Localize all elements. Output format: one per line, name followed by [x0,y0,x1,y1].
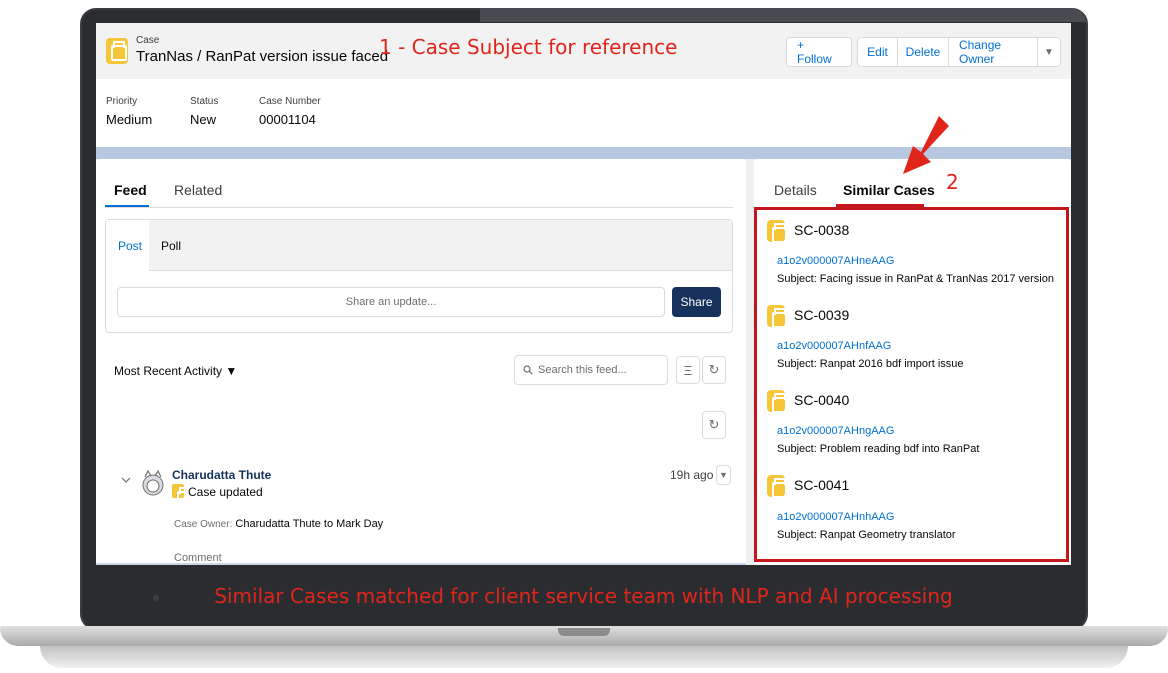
search-feed-placeholder: Search this feed... [538,364,627,376]
tab-similar-cases[interactable]: Similar Cases [843,182,935,198]
filter-icon: Ξ [683,362,693,378]
case-icon [767,220,788,243]
refresh-list-button[interactable]: ↻ [702,411,726,439]
more-actions-button[interactable]: ▼ [1037,37,1061,67]
feed-detail: Case Owner: Charudatta Thute to Mark Day [174,518,383,530]
change-owner-button[interactable]: Change Owner [948,37,1038,67]
tab-poll[interactable]: Poll [161,239,181,253]
refresh-icon: ↻ [708,362,720,377]
feed-author-link[interactable]: Charudatta Thute [172,468,271,482]
refresh-feed-button[interactable]: ↻ [702,356,726,384]
annotation-case-subject: 1 - Case Subject for reference [379,35,678,59]
chevron-down-icon[interactable] [121,476,131,484]
laptop-shadow [40,646,1128,668]
similar-cases-list: SC-0038 a1o2v000007AHneAAG Subject: Faci… [754,207,1069,562]
delete-button[interactable]: Delete [897,37,949,67]
publisher-tabs: Post Poll [106,220,732,271]
share-update-input[interactable]: Share an update... [117,287,665,317]
screen: Case TranNas / RanPat version issue face… [96,23,1071,565]
case-number-label: Case Number [259,96,321,107]
publisher: Post Poll Share an update... Share [105,219,733,333]
tab-post[interactable]: Post [118,239,142,253]
search-icon [523,365,533,375]
priority-value: Medium [106,112,153,127]
case-icon [767,305,788,328]
follow-button[interactable]: + Follow [786,37,852,67]
avatar [142,469,164,496]
feed-timestamp[interactable]: 19h ago [670,468,713,482]
feed-panel: Feed Related Post Poll Share an update..… [96,159,746,565]
case-icon [767,475,788,498]
case-icon [172,484,193,507]
similar-case-record-link[interactable]: a1o2v000007AHngAAG [777,425,894,437]
case-icon [767,390,788,413]
search-feed-input[interactable]: Search this feed... [514,355,668,385]
chevron-down-icon: ▼ [719,470,728,480]
lid-shine [480,8,1086,22]
tab-feed[interactable]: Feed [114,182,147,198]
laptop-notch [558,628,610,636]
similar-case-record-link[interactable]: a1o2v000007AHnfAAG [777,340,891,352]
similar-case-record-link[interactable]: a1o2v000007AHneAAG [777,255,894,267]
share-button[interactable]: Share [672,287,721,317]
page-title: TranNas / RanPat version issue faced [136,48,389,65]
feed-item-menu-button[interactable]: ▼ [716,465,731,485]
similar-case-id[interactable]: SC-0038 [794,222,849,238]
status-value: New [190,112,217,127]
similar-case-id[interactable]: SC-0041 [794,477,849,493]
caption: Similar Cases matched for client service… [214,584,953,608]
case-number-value: 00001104 [259,112,316,127]
similar-case-subject: Subject: Facing issue in RanPat & TranNa… [777,273,1054,285]
similar-case-subject: Subject: Ranpat 2016 bdf import issue [777,358,964,370]
similar-case-record-link[interactable]: a1o2v000007AHnhAAG [777,511,894,523]
action-buttons: + Follow Edit Delete Change Owner ▼ [786,37,1061,67]
red-arrow-icon [903,116,949,174]
status-label: Status [190,96,219,107]
tab-related[interactable]: Related [174,182,222,198]
header-top: Case TranNas / RanPat version issue face… [96,23,1071,79]
scroll-edge [96,563,746,565]
filter-button[interactable]: Ξ [676,356,700,384]
object-label: Case [136,35,160,46]
refresh-icon: ↻ [708,417,720,432]
similar-case-id[interactable]: SC-0039 [794,307,849,323]
edit-button[interactable]: Edit [857,37,898,67]
tab-details[interactable]: Details [774,182,817,198]
feed-detail-value: Charudatta Thute to Mark Day [235,518,384,530]
tab-divider [105,207,733,208]
similar-cases-panel: Details Similar Cases SC-0038 a1o2v00000… [754,159,1071,565]
similar-case-id[interactable]: SC-0040 [794,392,849,408]
case-icon [106,38,128,64]
activity-sort-dropdown[interactable]: Most Recent Activity ▼ [114,364,237,378]
priority-label: Priority [106,96,138,107]
feed-action: Case updated [188,485,263,499]
similar-case-subject: Subject: Ranpat Geometry translator [777,529,956,541]
similar-case-subject: Subject: Problem reading bdf into RanPat [777,443,980,455]
feed-detail-label: Case Owner: [174,519,233,530]
